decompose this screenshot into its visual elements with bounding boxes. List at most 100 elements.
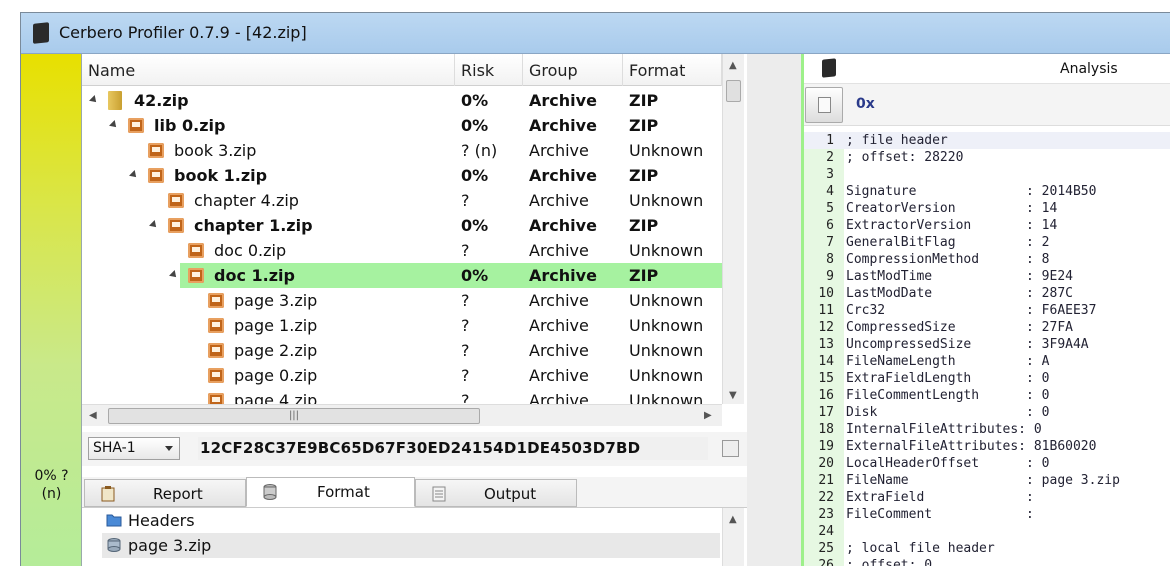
tree-cell-format: ZIP bbox=[629, 216, 659, 235]
code-text: CompressedSize : 27FA bbox=[846, 320, 1073, 335]
zip-icon bbox=[208, 293, 224, 308]
tree-cell-format: Unknown bbox=[629, 141, 704, 160]
expand-arrow-icon[interactable] bbox=[149, 220, 159, 230]
tree-row[interactable]: book 3.zip ? (n) Archive Unknown bbox=[82, 138, 722, 163]
risk-value: 0% ? bbox=[34, 468, 69, 484]
line-number: 12 bbox=[818, 320, 834, 335]
code-line: 21 FileName : page 3.zip bbox=[804, 472, 1170, 489]
code-line: 16 FileCommentLength : 0 bbox=[804, 387, 1170, 404]
scroll-left-arrow-icon[interactable]: ◀ bbox=[89, 410, 97, 421]
scrollbar-thumb[interactable]: ||| bbox=[108, 408, 480, 424]
tab-label: Output bbox=[484, 485, 537, 503]
code-line: 14 FileNameLength : A bbox=[804, 353, 1170, 370]
left-pane: Name Risk Group Format 42.zip 0% Archive ZI… bbox=[82, 54, 747, 566]
text-view-button[interactable] bbox=[805, 87, 843, 123]
folder-icon bbox=[106, 514, 122, 527]
tree-cell-group: Archive bbox=[529, 341, 589, 360]
code-text: ExternalFileAttributes: 81B60020 bbox=[846, 439, 1097, 454]
scroll-up-arrow-icon[interactable]: ▲ bbox=[729, 514, 737, 525]
column-header-risk[interactable]: Risk bbox=[455, 54, 523, 86]
tree-row[interactable]: page 2.zip? Archive Unknown bbox=[82, 338, 722, 363]
line-number: 19 bbox=[818, 439, 834, 454]
expand-arrow-icon[interactable] bbox=[129, 170, 139, 180]
tree-cell-name: doc 0.zip bbox=[214, 241, 287, 260]
code-line: 9 LastModTime : 9E24 bbox=[804, 268, 1170, 285]
expand-arrow-icon[interactable] bbox=[89, 95, 99, 105]
tree-cell-risk: ? bbox=[461, 366, 470, 385]
tree-row[interactable]: chapter 4.zip? Archive Unknown bbox=[82, 188, 722, 213]
expand-arrow-icon[interactable] bbox=[169, 270, 179, 280]
pane-splitter[interactable] bbox=[747, 54, 801, 566]
code-line: 19 ExternalFileAttributes: 81B60020 bbox=[804, 438, 1170, 455]
report-icon bbox=[101, 486, 115, 502]
scroll-right-arrow-icon[interactable]: ▶ bbox=[704, 410, 712, 421]
code-line: 1 ; file header bbox=[804, 132, 1170, 149]
tree-row[interactable]: page 1.zip? Archive Unknown bbox=[82, 313, 722, 338]
scrollbar-thumb[interactable] bbox=[726, 80, 741, 102]
code-text: LastModDate : 287C bbox=[846, 286, 1073, 301]
zip-icon bbox=[168, 218, 184, 233]
column-header-group[interactable]: Group bbox=[523, 54, 623, 86]
analysis-pane: Analysis 0x 1 ; file header 2 ; offset: 282… bbox=[801, 54, 1170, 566]
tree-row[interactable]: chapter 1.zip 0% Archive ZIP bbox=[82, 213, 722, 238]
line-number: 11 bbox=[818, 303, 834, 318]
copy-icon[interactable] bbox=[722, 440, 739, 457]
analysis-text-view[interactable]: 1 ; file header 2 ; offset: 28220 3 4 Signatur… bbox=[804, 132, 1170, 566]
code-text: CreatorVersion : 14 bbox=[846, 201, 1058, 216]
code-text: ; file header bbox=[846, 133, 948, 148]
tree-row[interactable]: doc 0.zip? Archive Unknown bbox=[82, 238, 722, 263]
code-line: 17 Disk : 0 bbox=[804, 404, 1170, 421]
format-tree: Headers page 3.zip ▲ bbox=[82, 507, 747, 566]
format-item-headers[interactable]: Headers bbox=[102, 508, 720, 533]
tree-row[interactable]: page 0.zip? Archive Unknown bbox=[82, 363, 722, 388]
title-bar[interactable]: Cerbero Profiler 0.7.9 - [42.zip] bbox=[21, 13, 1170, 54]
archive-icon bbox=[108, 91, 122, 110]
tree-row[interactable]: doc 1.zip 0% Archive ZIP bbox=[82, 263, 722, 288]
code-text: GeneralBitFlag : 2 bbox=[846, 235, 1050, 250]
tree-cell-risk: 0% bbox=[461, 91, 489, 110]
scroll-down-arrow-icon[interactable]: ▼ bbox=[729, 390, 737, 401]
column-header-format[interactable]: Format bbox=[623, 54, 722, 86]
tree-row[interactable]: page 3.zip? Archive Unknown bbox=[82, 288, 722, 313]
tree-cell-name: doc 1.zip bbox=[214, 266, 295, 285]
code-line: 12 CompressedSize : 27FA bbox=[804, 319, 1170, 336]
line-number: 1 bbox=[826, 133, 834, 148]
code-line: 7 GeneralBitFlag : 2 bbox=[804, 234, 1170, 251]
tree-cell-name: page 3.zip bbox=[234, 291, 318, 310]
code-text: Signature : 2014B50 bbox=[846, 184, 1097, 199]
tree-row[interactable]: lib 0.zip 0% Archive ZIP bbox=[82, 113, 722, 138]
hash-value[interactable]: 12CF28C37E9BC65D67F30ED24154D1DE4503D7BD bbox=[198, 437, 708, 460]
line-number: 2 bbox=[826, 150, 834, 165]
tree-cell-group: Archive bbox=[529, 266, 597, 285]
tree-cell-group: Archive bbox=[529, 91, 597, 110]
code-line: 13 UncompressedSize : 3F9A4A bbox=[804, 336, 1170, 353]
code-text: InternalFileAttributes: 0 bbox=[846, 422, 1042, 437]
code-text: LastModTime : 9E24 bbox=[846, 269, 1073, 284]
tree-cell-risk: 0% bbox=[461, 116, 489, 135]
tree-row[interactable]: 42.zip 0% Archive ZIP bbox=[82, 88, 722, 113]
expand-arrow-icon[interactable] bbox=[109, 120, 119, 130]
tree-cell-format: ZIP bbox=[629, 91, 659, 110]
tree-cell-format: ZIP bbox=[629, 166, 659, 185]
format-item-file[interactable]: page 3.zip bbox=[102, 533, 720, 558]
line-number: 3 bbox=[826, 167, 834, 182]
tree-horizontal-scrollbar[interactable]: ◀ ||| ▶ bbox=[82, 404, 722, 426]
zip-icon bbox=[128, 118, 144, 133]
app-window: Cerbero Profiler 0.7.9 - [42.zip] 0% ? (… bbox=[20, 12, 1170, 566]
column-header-name[interactable]: Name bbox=[82, 54, 455, 86]
tree-cell-format: ZIP bbox=[629, 116, 659, 135]
tree-cell-group: Archive bbox=[529, 366, 589, 385]
format-vertical-scrollbar[interactable]: ▲ bbox=[722, 508, 744, 566]
tree-cell-name: 42.zip bbox=[134, 91, 189, 110]
tree-row[interactable]: book 1.zip 0% Archive ZIP bbox=[82, 163, 722, 188]
tab-output[interactable]: Output bbox=[415, 479, 577, 507]
line-number: 8 bbox=[826, 252, 834, 267]
tab-report[interactable]: Report bbox=[84, 479, 246, 507]
hex-view-button[interactable]: 0x bbox=[856, 96, 875, 112]
code-text: FileNameLength : A bbox=[846, 354, 1050, 369]
tree-vertical-scrollbar[interactable]: ▲ ▼ bbox=[722, 54, 744, 404]
hash-algorithm-select[interactable]: SHA-1 bbox=[88, 437, 180, 460]
scroll-up-arrow-icon[interactable]: ▲ bbox=[729, 60, 737, 71]
bottom-tabs: Report Format Output bbox=[82, 477, 747, 507]
tab-format[interactable]: Format bbox=[246, 477, 415, 507]
